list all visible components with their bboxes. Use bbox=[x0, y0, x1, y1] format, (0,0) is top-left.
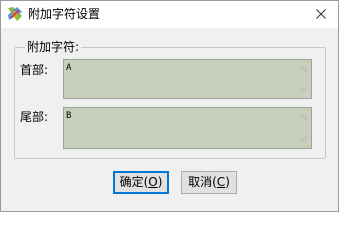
footer-label: 尾部: bbox=[20, 110, 49, 124]
scroll-down-icon[interactable] bbox=[295, 132, 311, 146]
scroll-down-icon[interactable] bbox=[295, 82, 311, 96]
header-textarea[interactable]: A bbox=[63, 59, 312, 99]
close-icon bbox=[316, 8, 326, 22]
app-logo-icon bbox=[7, 6, 23, 22]
dialog-window: 附加字符设置 附加字符: 首部: A 尾部: B 确定(O) 取消(C) bbox=[0, 0, 339, 212]
scroll-up-icon[interactable] bbox=[295, 62, 311, 76]
ok-button-close-paren: ) bbox=[157, 175, 163, 189]
group-legend: 附加字符: bbox=[25, 39, 82, 55]
cancel-button-label: 取消( bbox=[188, 175, 217, 189]
ok-button[interactable]: 确定(O) bbox=[113, 171, 169, 194]
window-title: 附加字符设置 bbox=[28, 7, 101, 21]
title-bar[interactable]: 附加字符设置 bbox=[1, 1, 338, 28]
footer-scrollbar[interactable] bbox=[295, 108, 311, 148]
ok-accelerator: O bbox=[148, 175, 158, 189]
header-value: A bbox=[66, 63, 72, 73]
footer-textarea[interactable]: B bbox=[63, 107, 312, 149]
cancel-accelerator: C bbox=[216, 175, 226, 189]
close-button[interactable] bbox=[304, 1, 338, 28]
header-label: 首部: bbox=[20, 63, 49, 77]
cancel-button[interactable]: 取消(C) bbox=[181, 171, 237, 194]
header-scrollbar[interactable] bbox=[295, 60, 311, 98]
ok-button-label: 确定( bbox=[119, 175, 149, 189]
cancel-button-close-paren: ) bbox=[225, 175, 230, 189]
footer-value: B bbox=[66, 111, 72, 121]
scroll-up-icon[interactable] bbox=[295, 110, 311, 124]
